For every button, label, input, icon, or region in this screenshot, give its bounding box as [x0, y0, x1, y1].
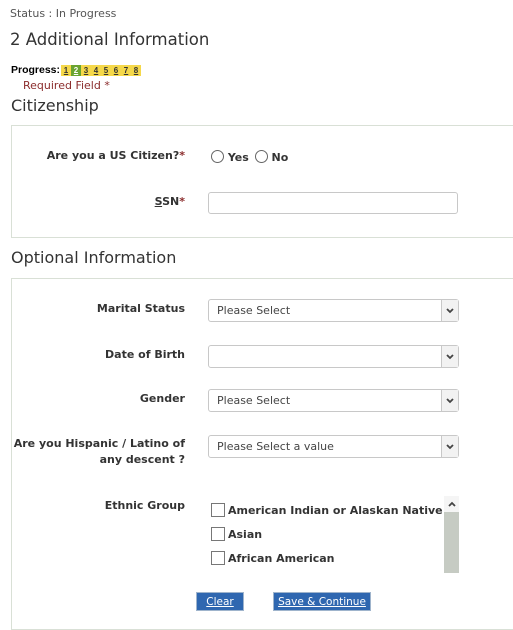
clear-button[interactable]: Clear — [196, 592, 244, 611]
us-citizen-label-text: Are you a US Citizen? — [46, 149, 180, 162]
gender-label: Gender — [139, 392, 185, 405]
required-star-icon: * — [179, 149, 185, 162]
citizenship-panel — [11, 125, 513, 238]
required-star-icon: * — [104, 79, 110, 92]
chevron-down-icon[interactable] — [441, 300, 458, 321]
ethnic-group-list: American Indian or Alaskan Native Asian … — [211, 498, 459, 573]
ethnic-option[interactable]: American Indian or Alaskan Native — [211, 498, 459, 522]
progress-step-current[interactable]: 2 — [71, 64, 82, 76]
ethnic-group-label: Ethnic Group — [104, 499, 185, 512]
chevron-down-icon[interactable] — [441, 346, 458, 367]
save-continue-button[interactable]: Save & Continue — [273, 592, 371, 611]
progress-step[interactable]: 7 — [121, 65, 131, 76]
ssn-label-accesskey: S — [154, 195, 163, 208]
checkbox[interactable] — [211, 503, 225, 517]
radio-yes[interactable] — [211, 150, 224, 163]
ssn-input[interactable] — [208, 192, 458, 214]
marital-status-value: Please Select — [217, 304, 291, 317]
hispanic-label-line2: any descent ? — [99, 453, 185, 466]
hispanic-value: Please Select a value — [217, 440, 334, 453]
chevron-down-icon[interactable] — [441, 436, 458, 457]
progress-step[interactable]: 8 — [131, 65, 141, 76]
radio-no-label[interactable]: No — [272, 151, 289, 164]
required-star-icon: * — [179, 195, 185, 208]
progress-indicator: Progress: 1 2 3 4 5 6 7 8 — [11, 64, 142, 76]
gender-value: Please Select — [217, 394, 291, 407]
progress-steps: 1 2 3 4 5 6 7 8 — [61, 64, 142, 76]
optional-info-title: Optional Information — [11, 248, 177, 267]
required-field-note: Required Field * — [23, 79, 110, 92]
status-text: Status : In Progress — [10, 7, 117, 20]
dob-label: Date of Birth — [105, 348, 185, 361]
chevron-up-icon[interactable] — [444, 496, 459, 512]
radio-no[interactable] — [254, 150, 268, 163]
us-citizen-label: Are you a US Citizen?* — [47, 148, 185, 164]
ethnic-option-label[interactable]: American Indian or Alaskan Native — [228, 504, 443, 517]
gender-select[interactable]: Please Select — [208, 389, 459, 412]
ethnic-option[interactable]: African American — [211, 546, 459, 570]
citizenship-title: Citizenship — [11, 96, 99, 115]
required-note-text: Required Field — [23, 79, 101, 92]
checkbox[interactable] — [211, 527, 225, 541]
us-citizen-radio-group: Yes No — [211, 150, 290, 164]
progress-label: Progress: — [11, 64, 61, 76]
progress-step[interactable]: 4 — [91, 65, 101, 76]
progress-step[interactable]: 6 — [111, 65, 121, 76]
dob-select[interactable] — [208, 345, 459, 368]
progress-step[interactable]: 1 — [61, 65, 71, 76]
page-title: 2 Additional Information — [10, 30, 210, 49]
progress-step[interactable]: 3 — [81, 65, 91, 76]
radio-yes-label[interactable]: Yes — [228, 151, 249, 164]
hispanic-select[interactable]: Please Select a value — [208, 435, 459, 458]
hispanic-label-line1: Are you Hispanic / Latino of — [13, 437, 185, 450]
hispanic-label: Are you Hispanic / Latino of any descent… — [14, 436, 185, 468]
chevron-down-icon[interactable] — [441, 390, 458, 411]
ethnic-option-label[interactable]: African American — [228, 552, 335, 565]
ethnic-option-label[interactable]: Asian — [228, 528, 262, 541]
ssn-label-text: SN — [162, 195, 180, 208]
progress-step[interactable]: 5 — [101, 65, 111, 76]
ethnic-list-scrollbar[interactable] — [444, 496, 459, 573]
ssn-label: SSN* — [155, 194, 185, 210]
marital-status-label: Marital Status — [96, 302, 185, 315]
checkbox[interactable] — [211, 551, 225, 565]
ethnic-option[interactable]: Asian — [211, 522, 459, 546]
marital-status-select[interactable]: Please Select — [208, 299, 459, 322]
